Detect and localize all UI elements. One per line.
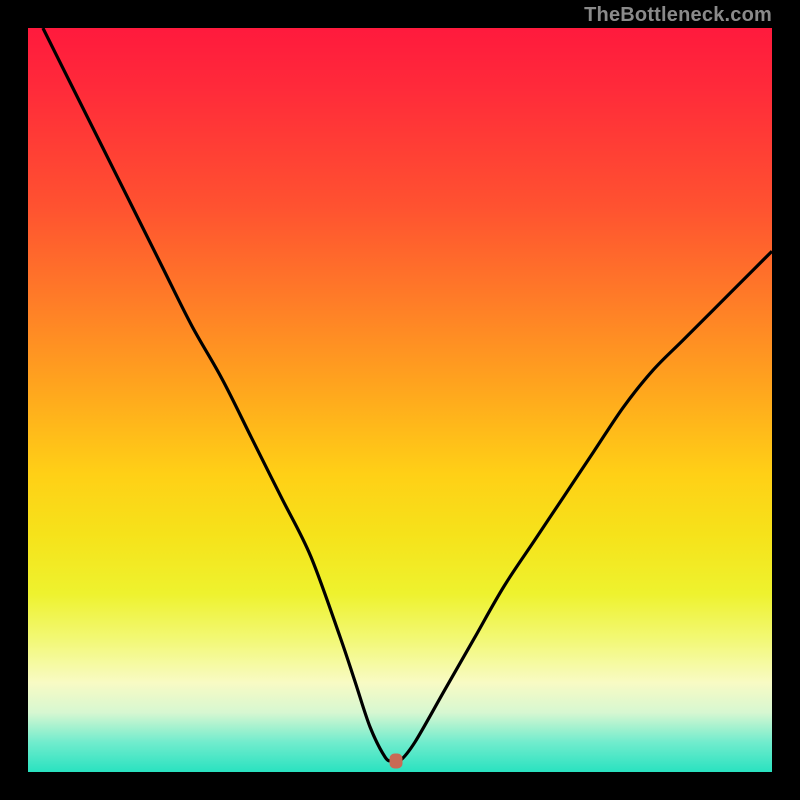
- watermark-text: TheBottleneck.com: [584, 4, 772, 27]
- bottleneck-curve: [28, 28, 772, 772]
- curve-path: [43, 28, 772, 762]
- chart-frame: TheBottleneck.com: [0, 0, 800, 800]
- plot-area: [28, 28, 772, 772]
- optimum-marker: [390, 753, 403, 768]
